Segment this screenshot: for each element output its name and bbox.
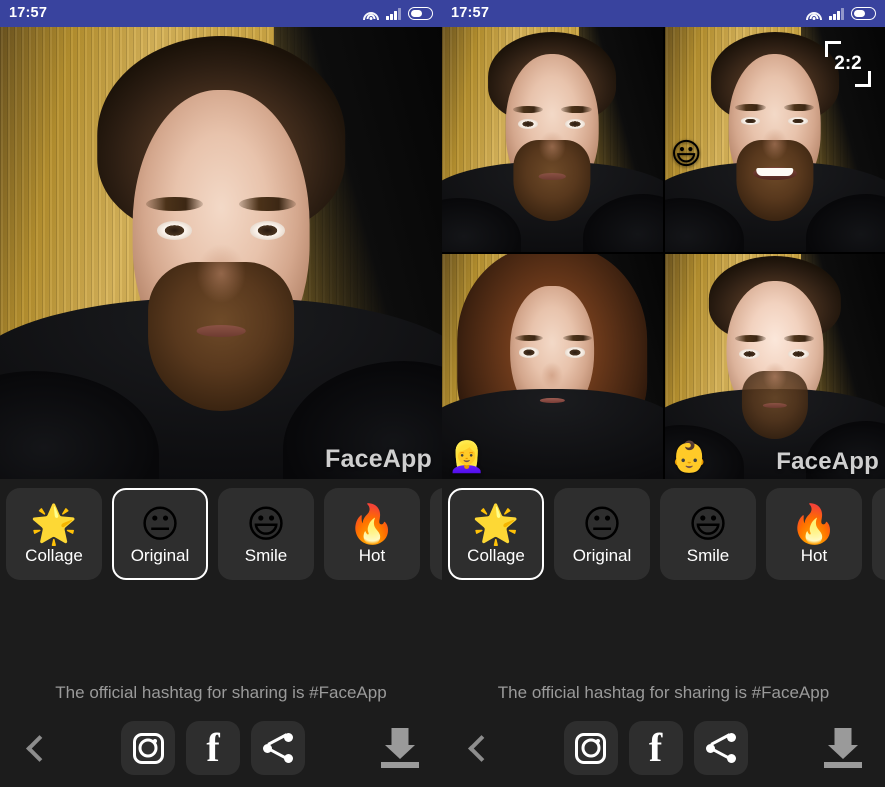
filter-strip-left[interactable]: 🌟 Collage 😐 Original 😃 Smile 🔥 Hot: [0, 479, 442, 589]
filter-label: Original: [130, 545, 190, 565]
photo-stage-right[interactable]: 😃 👱‍♀️: [442, 27, 885, 479]
hashtag-note: The official hashtag for sharing is #Fac…: [497, 683, 830, 702]
filter-label: Smile: [244, 545, 288, 565]
facebook-share-button[interactable]: f: [186, 721, 240, 775]
grinning-face-emoji-icon: 😃: [246, 501, 286, 546]
filter-collage[interactable]: 🌟 Collage: [448, 488, 544, 580]
fire-emoji-icon: 🔥: [790, 501, 838, 546]
panel-right: 17:57: [442, 0, 885, 787]
filter-label: Original: [572, 545, 632, 565]
cellular-signal-icon: [386, 7, 401, 20]
instagram-icon: [132, 732, 164, 764]
single-photo[interactable]: FaceApp: [0, 27, 442, 479]
status-icons-right: [805, 7, 876, 20]
battery-icon: [408, 7, 433, 20]
share-buttons-group: f: [494, 721, 817, 775]
filter-label: Smile: [686, 545, 730, 565]
badge-baby-emoji: 👶: [670, 440, 708, 475]
facebook-icon: f: [648, 725, 663, 770]
hashtag-area-right: The official hashtag for sharing is #Fac…: [442, 589, 885, 709]
cellular-signal-icon: [829, 7, 844, 20]
filter-strip-right[interactable]: 🌟 Collage 😐 Original 😃 Smile 🔥 Hot: [442, 479, 885, 589]
instagram-icon: [575, 732, 606, 764]
fire-emoji-icon: 🔥: [348, 501, 396, 546]
facebook-share-button[interactable]: f: [628, 721, 683, 775]
battery-icon: [851, 7, 876, 20]
filter-smile[interactable]: 😃 Smile: [660, 488, 756, 580]
filter-label: Hot: [800, 545, 828, 565]
watermark-faceapp: FaceApp: [325, 445, 432, 473]
collage-cell-young[interactable]: 👶 FaceApp: [664, 254, 885, 479]
aspect-ratio-label: 2:2: [834, 53, 862, 74]
neutral-face-emoji-icon: 😐: [140, 501, 180, 546]
status-icons-left: [362, 7, 433, 20]
filter-original[interactable]: 😐 Original: [112, 488, 208, 580]
generic-share-button[interactable]: [693, 721, 748, 775]
generic-share-button[interactable]: [251, 721, 305, 775]
neutral-face-emoji-icon: 😐: [582, 501, 622, 546]
instagram-share-button[interactable]: [563, 721, 618, 775]
photo-scene-original: [0, 27, 442, 479]
photo-stage-left[interactable]: FaceApp: [0, 27, 442, 479]
status-clock-right: 17:57: [451, 5, 490, 22]
action-bar-right[interactable]: f: [442, 709, 885, 787]
sparkle-emoji-icon: 🌟: [30, 501, 78, 546]
filter-smile[interactable]: 😃 Smile: [218, 488, 314, 580]
panel-left: left 17:57: [0, 0, 442, 787]
collage-cell-original[interactable]: [442, 27, 663, 252]
eyebrow-right: [238, 196, 297, 211]
filter-original[interactable]: 😐 Original: [554, 488, 650, 580]
hashtag-note: The official hashtag for sharing is #Fac…: [55, 683, 387, 702]
filter-label: Hot: [358, 545, 386, 565]
dual-screenshot-comparison: left 17:57: [0, 0, 885, 787]
back-chevron-icon[interactable]: [464, 733, 494, 763]
hashtag-area-left: The official hashtag for sharing is #Fac…: [0, 589, 442, 709]
badge-smile-emoji: 😃: [670, 136, 702, 172]
instagram-share-button[interactable]: [121, 721, 175, 775]
mouth-region: [196, 325, 246, 338]
share-icon: [705, 733, 736, 763]
wifi-icon: [805, 7, 822, 20]
watermark-faceapp: FaceApp: [776, 448, 879, 475]
photo-scene-original: [442, 27, 663, 252]
filter-hot[interactable]: 🔥 Hot: [324, 488, 420, 580]
download-button[interactable]: [374, 722, 426, 774]
facebook-icon: f: [206, 725, 220, 770]
badge-female-emoji: 👱‍♀️: [448, 440, 486, 475]
status-bar-right: 17:57: [442, 0, 885, 27]
download-button[interactable]: [817, 722, 869, 774]
share-buttons-group: f: [52, 721, 374, 775]
eyebrow-left: [145, 196, 204, 211]
collage-grid[interactable]: 😃 👱‍♀️: [442, 27, 885, 479]
wifi-icon: [362, 7, 379, 20]
collage-cell-female[interactable]: 👱‍♀️: [442, 254, 663, 479]
sparkle-emoji-icon: 🌟: [472, 501, 520, 546]
filter-next-partial[interactable]: [430, 488, 442, 580]
action-bar-left[interactable]: f: [0, 709, 442, 787]
share-icon: [263, 733, 293, 763]
filter-next-partial[interactable]: [872, 488, 885, 580]
filter-collage[interactable]: 🌟 Collage: [6, 488, 102, 580]
filter-hot[interactable]: 🔥 Hot: [766, 488, 862, 580]
status-bar-left: left 17:57: [0, 0, 442, 27]
status-clock-left: 17:57: [9, 5, 48, 22]
filter-label: Collage: [25, 545, 83, 565]
nose-region: [196, 243, 246, 303]
aspect-ratio-indicator[interactable]: 2:2: [825, 41, 871, 87]
back-chevron-icon[interactable]: [22, 733, 52, 763]
filter-label: Collage: [467, 545, 525, 565]
grinning-face-emoji-icon: 😃: [688, 501, 728, 546]
